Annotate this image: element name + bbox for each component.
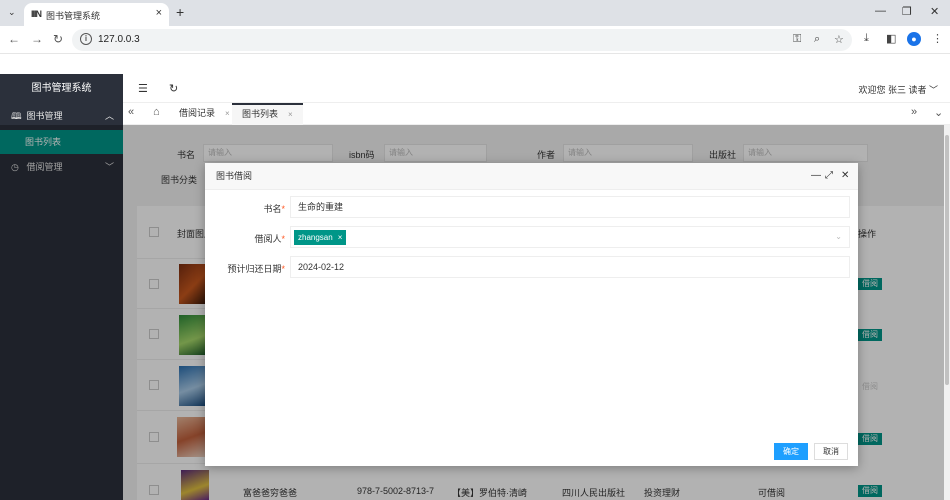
address-toolbar: ← → ↻ i 127.0.0.3 ⚿ ⌕ ☆ ⤓ ◧ ● ⋮: [0, 26, 950, 54]
minimize-icon[interactable]: —: [875, 5, 886, 17]
close-icon[interactable]: ×: [225, 109, 230, 118]
borrower-chip[interactable]: zhangsan ×: [294, 230, 347, 245]
borrow-dialog: 图书借阅 — ⤢ ✕ 书名* 生命的重建 借阅人* zhangsan × ⌄ 预计…: [205, 163, 858, 466]
cancel-button[interactable]: 取消: [814, 443, 848, 460]
tabs-next-icon[interactable]: »: [911, 106, 917, 118]
browser-tab[interactable]: IIIN 图书管理系统 ×: [24, 3, 169, 26]
omnibox[interactable]: i 127.0.0.3 ⚿ ⌕ ☆: [72, 29, 852, 51]
url-text[interactable]: 127.0.0.3: [98, 34, 140, 45]
close-tab-icon[interactable]: ×: [156, 7, 162, 19]
restore-icon[interactable]: ❐: [902, 5, 912, 18]
key-icon[interactable]: ⚿: [793, 33, 801, 46]
chip-label: zhangsan: [298, 233, 333, 242]
maximize-icon[interactable]: ⤢: [825, 170, 833, 181]
back-icon[interactable]: ←: [8, 32, 20, 46]
bookmark-star-icon[interactable]: ☆: [834, 33, 844, 46]
favicon: IIIN: [31, 9, 42, 19]
close-window-icon[interactable]: ✕: [930, 5, 939, 18]
borrower-label: 借阅人*: [254, 234, 285, 244]
new-tab-icon[interactable]: +: [176, 4, 184, 20]
app-header: ☰ ↻ 欢迎您 张三 读者 ﹀: [123, 74, 950, 103]
brand-logo: 图书管理系统: [31, 83, 92, 94]
minimize-icon[interactable]: —: [811, 170, 821, 181]
tab-borrow-records[interactable]: 借阅记录 ×: [169, 103, 240, 125]
browser-menu-icon[interactable]: ⋮: [932, 32, 943, 45]
dialog-title: 图书借阅: [205, 163, 858, 190]
download-icon[interactable]: ⤓: [864, 32, 869, 45]
close-icon[interactable]: ✕: [841, 170, 849, 181]
sidebar-item-label: 图书管理: [26, 111, 63, 121]
home-icon[interactable]: ⌂: [153, 106, 160, 118]
page-tabs: « ⌂ 借阅记录 × 图书列表 × » ⌄: [123, 103, 950, 125]
tab-search-chevron-icon[interactable]: ⌄: [8, 7, 16, 18]
reload-icon[interactable]: ↻: [53, 32, 63, 46]
forward-icon[interactable]: →: [31, 32, 43, 46]
chevron-down-icon[interactable]: ⌄: [835, 227, 842, 247]
book-title-label: 书名*: [263, 204, 285, 214]
tab-label: 图书列表: [242, 109, 279, 119]
tab-label: 借阅记录: [179, 108, 216, 118]
site-info-icon[interactable]: i: [80, 33, 92, 45]
book-title-field[interactable]: 生命的重建: [290, 196, 850, 218]
chip-remove-icon[interactable]: ×: [338, 233, 343, 242]
close-icon[interactable]: ×: [288, 110, 293, 119]
scrollbar-thumb[interactable]: [945, 135, 949, 385]
menu-fold-icon[interactable]: ☰: [138, 82, 148, 95]
browser-tabbar: ⌄ IIIN 图书管理系统 × + — ❐ ✕: [0, 0, 950, 26]
page-scrollbar[interactable]: [944, 125, 950, 500]
zoom-icon[interactable]: ⌕: [814, 33, 820, 46]
borrower-select[interactable]: zhangsan × ⌄: [290, 226, 850, 248]
browser-tab-title: 图书管理系统: [46, 11, 101, 21]
side-panel-icon[interactable]: ◧: [886, 32, 896, 45]
profile-avatar-icon[interactable]: ●: [907, 32, 921, 46]
confirm-button[interactable]: 确定: [774, 443, 808, 460]
return-date-field[interactable]: 2024-02-12: [290, 256, 850, 278]
tabs-dropdown-icon[interactable]: ⌄: [934, 106, 943, 119]
tab-book-list[interactable]: 图书列表 ×: [232, 103, 303, 125]
tabs-prev-icon[interactable]: «: [128, 106, 134, 118]
return-date-label: 预计归还日期*: [227, 264, 285, 274]
refresh-icon[interactable]: ↻: [169, 82, 178, 95]
user-menu[interactable]: 欢迎您 张三 读者 ﹀: [858, 83, 938, 96]
